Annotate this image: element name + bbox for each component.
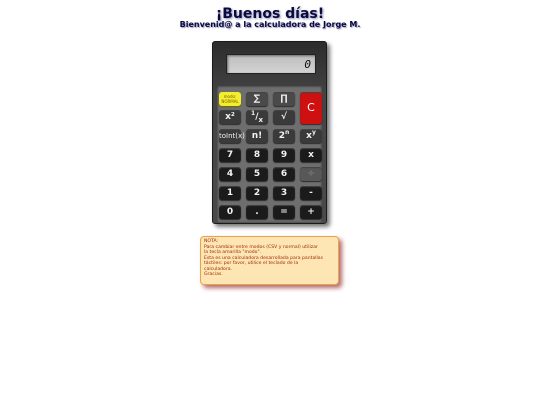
digit-7-button[interactable]: 7: [219, 148, 241, 162]
digit-8-button[interactable]: 8: [246, 148, 268, 162]
reciprocal-denominator: x: [258, 115, 263, 124]
digit-2-button[interactable]: 2: [246, 186, 268, 200]
mode-value: NORMAL: [221, 99, 239, 104]
power-xy-button[interactable]: xy: [300, 129, 322, 143]
info-note: NOTA: Para cambiar entre modos (CSV y no…: [200, 236, 339, 285]
minus-button[interactable]: -: [300, 186, 322, 200]
calculator-display: 0: [226, 54, 316, 74]
mode-button[interactable]: modo: NORMAL: [219, 92, 241, 106]
power-xy-exponent: y: [311, 129, 316, 136]
calculator: 0 modo: NORMAL ∑ ∏ C x² 1/x √ toInt(x) n…: [212, 41, 327, 224]
equals-button[interactable]: =: [273, 205, 295, 219]
digit-0-button[interactable]: 0: [219, 205, 241, 219]
power-of-two-button[interactable]: 2n: [273, 129, 295, 143]
reciprocal-button[interactable]: 1/x: [246, 110, 268, 124]
product-button[interactable]: ∏: [273, 92, 295, 106]
square-button[interactable]: x²: [219, 110, 241, 124]
decimal-point-button[interactable]: .: [246, 205, 268, 219]
digit-1-button[interactable]: 1: [219, 186, 241, 200]
note-line: Gracias.: [204, 272, 223, 277]
divide-button[interactable]: ÷: [300, 167, 322, 181]
sqrt-button[interactable]: √: [273, 110, 295, 124]
digit-3-button[interactable]: 3: [273, 186, 295, 200]
sum-button[interactable]: ∑: [246, 92, 268, 106]
power-of-two-exponent: n: [284, 129, 290, 136]
clear-button[interactable]: C: [300, 92, 322, 124]
multiply-button[interactable]: x: [300, 148, 322, 162]
digit-6-button[interactable]: 6: [273, 167, 295, 181]
toint-button[interactable]: toInt(x): [219, 129, 245, 143]
plus-button[interactable]: +: [300, 205, 322, 219]
digit-5-button[interactable]: 5: [246, 167, 268, 181]
welcome-subtitle: Bienvenid@ a la calculadora de Jorge M.: [179, 20, 361, 29]
factorial-button[interactable]: n!: [246, 129, 268, 143]
digit-9-button[interactable]: 9: [273, 148, 295, 162]
digit-4-button[interactable]: 4: [219, 167, 241, 181]
